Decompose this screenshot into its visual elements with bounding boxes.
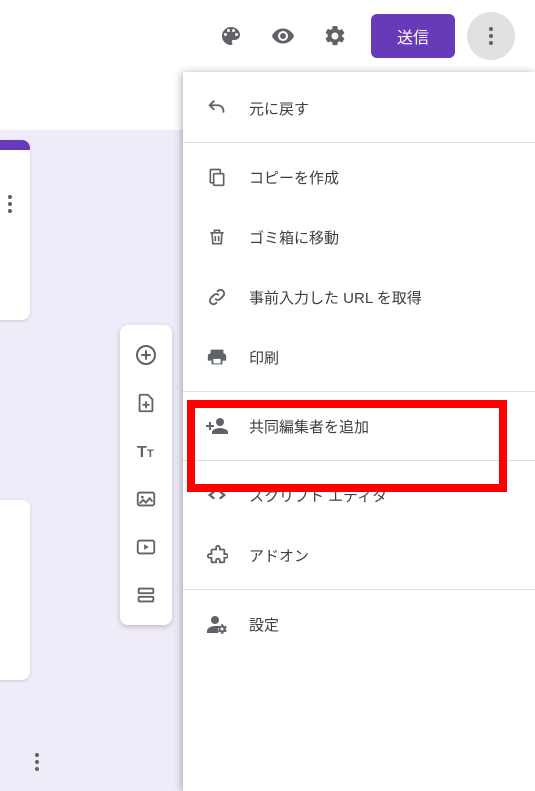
settings-button[interactable] (311, 12, 359, 60)
extension-icon (205, 543, 229, 567)
more-vert-icon (479, 24, 503, 48)
drag-handle-icon[interactable] (35, 753, 39, 771)
menu-label: 元に戻す (249, 98, 513, 119)
video-icon (135, 536, 157, 558)
form-question-card[interactable] (0, 500, 30, 680)
svg-text:T: T (137, 444, 147, 461)
menu-item-trash[interactable]: ゴミ箱に移動 (183, 207, 535, 267)
menu-label: 共同編集者を追加 (249, 416, 513, 437)
menu-item-add-collaborators[interactable]: 共同編集者を追加 (183, 396, 535, 456)
form-header-card[interactable] (0, 140, 30, 320)
section-icon (135, 584, 157, 606)
menu-item-prefill-url[interactable]: 事前入力した URL を取得 (183, 267, 535, 327)
menu-item-print[interactable]: 印刷 (183, 327, 535, 387)
people-add-icon (205, 414, 229, 438)
print-icon (205, 345, 229, 369)
more-menu: 元に戻す コピーを作成 ゴミ箱に移動 事前入力した URL を取得 印刷 共同編… (183, 72, 535, 791)
top-toolbar: 送信 (0, 0, 535, 72)
preview-button[interactable] (259, 12, 307, 60)
menu-label: 事前入力した URL を取得 (249, 287, 513, 308)
add-video-button[interactable] (122, 523, 170, 571)
image-icon (135, 488, 157, 510)
gear-icon (323, 24, 347, 48)
menu-label: 設定 (249, 614, 513, 635)
menu-item-settings[interactable]: 設定 (183, 594, 535, 654)
eye-icon (271, 24, 295, 48)
menu-divider (183, 589, 535, 590)
copy-icon (205, 165, 229, 189)
more-button[interactable] (467, 12, 515, 60)
add-section-button[interactable] (122, 571, 170, 619)
send-label: 送信 (397, 24, 429, 48)
trash-icon (205, 225, 229, 249)
menu-item-undo[interactable]: 元に戻す (183, 78, 535, 138)
menu-label: ゴミ箱に移動 (249, 227, 513, 248)
send-button[interactable]: 送信 (371, 14, 455, 58)
undo-icon (205, 96, 229, 120)
add-image-button[interactable] (122, 475, 170, 523)
menu-divider (183, 142, 535, 143)
menu-item-addons[interactable]: アドオン (183, 525, 535, 585)
import-questions-button[interactable] (122, 379, 170, 427)
plus-circle-icon (134, 343, 158, 367)
import-file-icon (135, 392, 157, 414)
menu-label: スクリプト エディタ (249, 485, 513, 506)
menu-label: 印刷 (249, 347, 513, 368)
svg-text:T: T (147, 448, 154, 460)
person-gear-icon (205, 612, 229, 636)
menu-divider (183, 391, 535, 392)
menu-item-copy[interactable]: コピーを作成 (183, 147, 535, 207)
text-icon: TT (134, 439, 158, 463)
theme-button[interactable] (207, 12, 255, 60)
add-title-button[interactable]: TT (122, 427, 170, 475)
question-toolbar: TT (120, 325, 172, 625)
add-question-button[interactable] (122, 331, 170, 379)
link-icon (205, 285, 229, 309)
menu-label: コピーを作成 (249, 167, 513, 188)
drag-handle-icon[interactable] (8, 195, 12, 213)
menu-label: アドオン (249, 545, 513, 566)
code-icon (205, 483, 229, 507)
menu-item-script-editor[interactable]: スクリプト エディタ (183, 465, 535, 525)
menu-divider (183, 460, 535, 461)
palette-icon (219, 24, 243, 48)
